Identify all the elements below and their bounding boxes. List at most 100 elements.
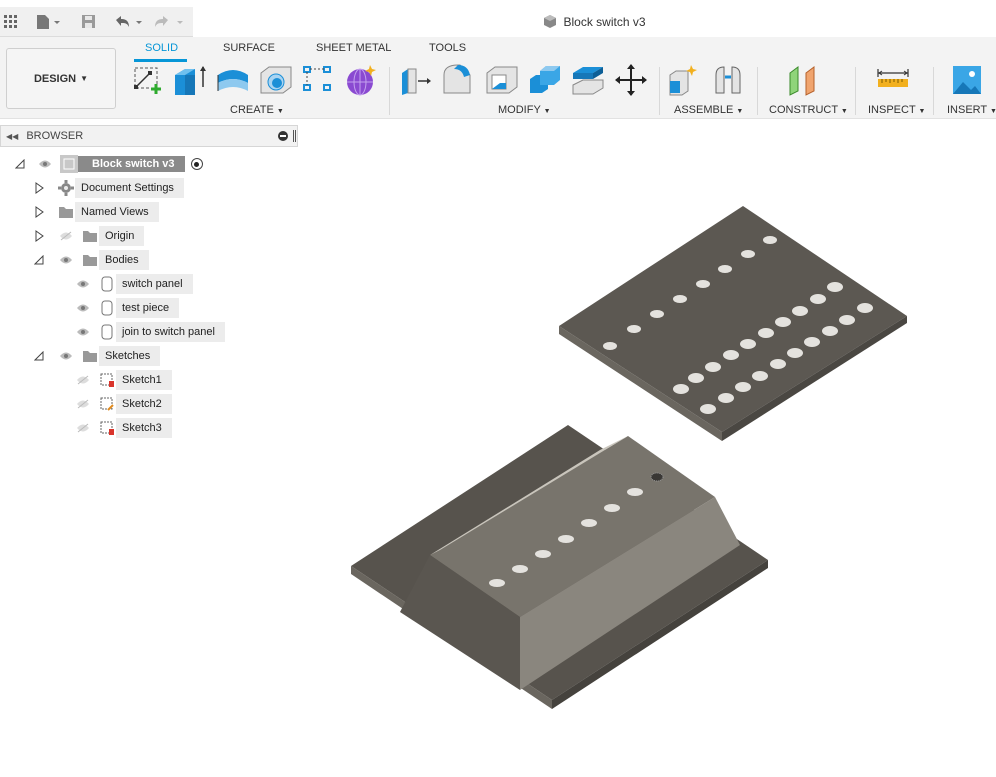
folder-icon	[57, 203, 75, 221]
tab-sheet-metal[interactable]: SHEET METAL	[316, 42, 391, 54]
tree-item-label: join to switch panel	[116, 322, 225, 342]
sketch-icon	[98, 395, 116, 413]
expanded-triangle-icon[interactable]	[14, 157, 26, 171]
tree-item-named-views[interactable]: Named Views	[33, 202, 159, 222]
collapsed-triangle-icon[interactable]	[33, 205, 45, 219]
tab-surface[interactable]: SURFACE	[223, 42, 275, 54]
eye-icon[interactable]	[74, 323, 92, 341]
apps-grid-icon[interactable]	[4, 14, 18, 30]
collapse-panel-icon[interactable]: ◀◀	[6, 132, 18, 141]
body-icon	[98, 275, 116, 293]
tree-item-bodies[interactable]: Bodies	[33, 250, 149, 270]
rectangular-pattern-icon[interactable]	[300, 63, 336, 97]
assemble-menu[interactable]: ASSEMBLE ▼	[674, 104, 743, 116]
ribbon: DESIGN ▼ SOLID SURFACE SHEET METAL TOOLS…	[0, 37, 996, 119]
fillet-icon[interactable]	[441, 63, 477, 97]
3d-viewport[interactable]	[300, 120, 996, 774]
tab-tools[interactable]: TOOLS	[429, 42, 466, 54]
tree-item-join-to-switch-panel[interactable]: join to switch panel	[71, 322, 225, 342]
create-sketch-icon[interactable]	[130, 63, 166, 97]
tree-item-sketch3[interactable]: Sketch3	[71, 418, 172, 438]
block-base-body[interactable]	[351, 425, 768, 709]
divider	[389, 67, 390, 115]
minimize-icon[interactable]	[278, 131, 288, 141]
eye-icon[interactable]	[74, 275, 92, 293]
tree-item-label: Sketch3	[116, 418, 172, 438]
press-pull-icon[interactable]	[398, 63, 434, 97]
tree-item-test-piece[interactable]: test piece	[71, 298, 180, 318]
eye-icon[interactable]	[74, 299, 92, 317]
tree-item-label: Sketches	[99, 346, 161, 366]
insert-menu-label: INSERT	[947, 104, 987, 116]
hole-icon[interactable]	[258, 63, 294, 97]
browser-title: BROWSER	[26, 130, 84, 142]
folder-icon	[81, 251, 99, 269]
file-menu-icon[interactable]	[36, 14, 62, 30]
tab-solid[interactable]: SOLID	[145, 42, 178, 54]
tree-item-sketch1[interactable]: Sketch1	[71, 370, 172, 390]
create-menu-label: CREATE	[230, 104, 274, 116]
divider	[855, 67, 856, 115]
extrude-icon[interactable]	[172, 63, 208, 97]
tree-item-label: Origin	[99, 226, 145, 246]
tree-item-origin[interactable]: Origin	[33, 226, 145, 246]
hidden-eye-icon[interactable]	[74, 419, 92, 437]
hidden-eye-icon[interactable]	[57, 227, 75, 245]
offset-face-icon[interactable]	[570, 63, 606, 97]
gear-icon	[57, 179, 75, 197]
eye-icon[interactable]	[57, 347, 75, 365]
activate-radio-icon[interactable]	[190, 158, 203, 170]
tree-item-label: Sketch2	[116, 394, 172, 414]
create-form-icon[interactable]	[343, 63, 379, 97]
offset-plane-icon[interactable]	[786, 63, 822, 97]
joint-icon[interactable]	[710, 63, 746, 97]
modify-menu-label: MODIFY	[498, 104, 541, 116]
collapsed-triangle-icon[interactable]	[33, 181, 45, 195]
body-icon	[98, 299, 116, 317]
insert-menu[interactable]: INSERT ▼	[947, 104, 996, 116]
construct-menu[interactable]: CONSTRUCT ▼	[769, 104, 848, 116]
document-tab[interactable]: Block switch v3	[193, 7, 996, 37]
insert-image-icon[interactable]	[950, 63, 986, 97]
move-copy-icon[interactable]	[613, 63, 649, 97]
undo-icon[interactable]	[113, 14, 145, 30]
tree-item-label: Bodies	[99, 250, 149, 270]
tree-item-label: Sketch1	[116, 370, 172, 390]
tree-item-switch-panel[interactable]: switch panel	[71, 274, 193, 294]
document-title: Block switch v3	[563, 15, 646, 29]
tree-item-sketch2[interactable]: Sketch2	[71, 394, 172, 414]
tree-root[interactable]: Block switch v3	[14, 154, 203, 174]
measure-icon[interactable]	[876, 63, 912, 97]
root-label: Block switch v3	[78, 156, 185, 172]
construct-menu-label: CONSTRUCT	[769, 104, 838, 116]
save-icon[interactable]	[81, 14, 97, 30]
combine-icon[interactable]	[527, 63, 563, 97]
collapsed-triangle-icon[interactable]	[33, 229, 45, 243]
create-menu[interactable]: CREATE ▼	[230, 104, 284, 116]
tree-item-label: Named Views	[75, 202, 159, 222]
eye-icon[interactable]	[57, 251, 75, 269]
workspace-switcher-button[interactable]: DESIGN ▼	[6, 48, 116, 109]
active-tab-indicator	[134, 59, 187, 62]
redo-icon[interactable]	[154, 14, 186, 30]
expanded-triangle-icon[interactable]	[33, 349, 45, 363]
expanded-triangle-icon[interactable]	[33, 253, 45, 267]
pin-icon[interactable]	[293, 130, 296, 142]
revolve-icon[interactable]	[215, 63, 251, 97]
eye-icon[interactable]	[36, 155, 54, 173]
hidden-eye-icon[interactable]	[74, 371, 92, 389]
inspect-menu[interactable]: INSPECT ▼	[868, 104, 925, 116]
hidden-eye-icon[interactable]	[74, 395, 92, 413]
folder-icon	[81, 227, 99, 245]
new-component-icon[interactable]	[667, 63, 703, 97]
tree-item-label: switch panel	[116, 274, 193, 294]
sketch-icon	[98, 371, 116, 389]
tree-item-label: Document Settings	[75, 178, 184, 198]
shell-icon[interactable]	[484, 63, 520, 97]
divider	[757, 67, 758, 115]
modify-menu[interactable]: MODIFY ▼	[498, 104, 551, 116]
tree-item-document-settings[interactable]: Document Settings	[33, 178, 184, 198]
component-icon	[60, 155, 78, 173]
switch-panel-body[interactable]	[559, 206, 907, 441]
tree-item-sketches[interactable]: Sketches	[33, 346, 161, 366]
